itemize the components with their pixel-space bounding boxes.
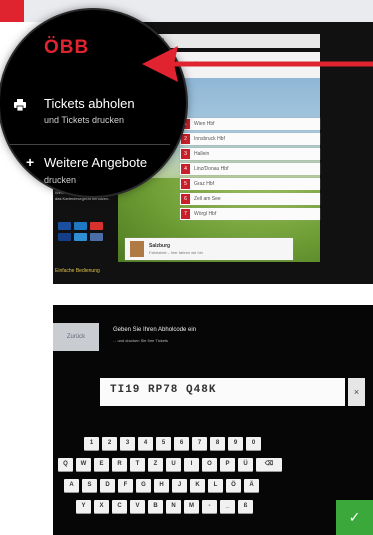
keyboard-key[interactable]: K <box>190 479 205 492</box>
featured-destination-title: Salzburg <box>149 243 171 249</box>
keyboard-key[interactable]: V <box>130 500 145 513</box>
keyboard-key[interactable]: 1 <box>84 437 99 450</box>
station-number: 7 <box>181 209 190 219</box>
payment-methods <box>58 222 103 241</box>
keyboard-key[interactable]: 0 <box>246 437 261 450</box>
station-label: Innsbruck Hbf <box>194 136 225 142</box>
plus-icon: + <box>26 154 35 170</box>
keyboard-key[interactable]: 7 <box>192 437 207 450</box>
printer-icon <box>14 99 26 111</box>
station-list: 1 Wien Hbf 2 Innsbruck Hbf 3 Hallein 4 Linz/… <box>180 118 320 220</box>
featured-destination[interactable] <box>125 238 293 260</box>
keyboard-key[interactable]: U <box>166 458 181 471</box>
keyboard-key[interactable]: Ö <box>226 479 241 492</box>
keyboard-key[interactable]: F <box>118 479 133 492</box>
keyboard-key[interactable]: D <box>100 479 115 492</box>
instruction-subtitle: ... und drucken Sie Ihre Tickets <box>113 338 168 343</box>
keyboard-key[interactable]: E <box>94 458 109 471</box>
keyboard-key[interactable]: H <box>154 479 169 492</box>
keyboard-key[interactable]: 6 <box>174 437 189 450</box>
backspace-key[interactable]: ⌫ <box>256 458 282 471</box>
station-number: 4 <box>181 164 190 174</box>
payment-row <box>58 233 103 241</box>
featured-destination-subtitle: Fahrtziele – hier fahren wir hin <box>149 250 203 255</box>
keyboard-key[interactable]: 2 <box>102 437 117 450</box>
back-button[interactable]: Zurück <box>53 323 99 351</box>
keyboard-key[interactable]: 3 <box>120 437 135 450</box>
pickup-code-value: TI19 RP78 Q48K <box>110 384 217 396</box>
keyboard-key[interactable]: _ <box>220 500 235 513</box>
station-item[interactable]: 7 Wörgl Hbf <box>180 208 320 220</box>
station-label: Wörgl Hbf <box>194 211 217 217</box>
tickets-abholen-title[interactable]: Tickets abholen <box>44 96 135 111</box>
magnifier-lens: ÖBB Tickets abholen und Tickets drucken … <box>0 10 186 196</box>
keyboard-key[interactable]: M <box>184 500 199 513</box>
keyboard-key[interactable]: L <box>208 479 223 492</box>
clear-button[interactable]: × <box>348 378 365 406</box>
keyboard-key[interactable]: C <box>112 500 127 513</box>
station-number: 3 <box>181 149 190 159</box>
maestro-icon <box>74 222 87 230</box>
station-label: Graz Hbf <box>194 181 215 187</box>
keyboard-key[interactable]: T <box>130 458 145 471</box>
weitere-angebote-subtitle: drucken <box>44 175 77 185</box>
keyboard-key[interactable]: 8 <box>210 437 225 450</box>
keyboard-key[interactable]: Y <box>76 500 91 513</box>
keyboard-key[interactable]: 5 <box>156 437 171 450</box>
weitere-angebote-title[interactable]: Weitere Angebote <box>44 155 147 170</box>
keyboard-key[interactable]: W <box>76 458 91 471</box>
keyboard-key[interactable]: I <box>184 458 199 471</box>
keyboard-row-asdf: ASDFGHJKLÖÄ <box>64 479 259 492</box>
payment-row <box>58 222 103 230</box>
keyboard-key[interactable]: 4 <box>138 437 153 450</box>
obb-logo: ÖBB <box>44 37 90 58</box>
tickets-abholen-subtitle: und Tickets drucken <box>44 115 125 125</box>
station-item[interactable]: 6 Zell am See <box>180 193 320 205</box>
station-item[interactable]: 4 Linz/Donau Hbf <box>180 163 320 175</box>
mastercard-icon <box>90 222 103 230</box>
keyboard-key[interactable]: ß <box>238 500 253 513</box>
pointer-arrow-icon <box>142 46 373 82</box>
amex-icon <box>74 233 87 241</box>
keyboard-key[interactable]: N <box>166 500 181 513</box>
keyboard-row-numbers: 1234567890 <box>84 437 261 450</box>
station-item[interactable]: 3 Hallein <box>180 148 320 160</box>
red-tab <box>0 0 24 22</box>
keyboard-key[interactable]: P <box>220 458 235 471</box>
keyboard-key[interactable]: Ä <box>244 479 259 492</box>
instruction-title: Geben Sie Ihren Abholcode ein <box>113 327 197 333</box>
keyboard-key[interactable]: B <box>148 500 163 513</box>
keyboard-key[interactable]: Q <box>58 458 73 471</box>
diners-icon <box>90 233 103 241</box>
keyboard-key[interactable]: O <box>202 458 217 471</box>
keyboard-key[interactable]: Z <box>148 458 163 471</box>
keyboard-key[interactable]: G <box>136 479 151 492</box>
keyboard-key[interactable]: - <box>202 500 217 513</box>
vpay-icon <box>58 233 71 241</box>
station-label: Zell am See <box>194 196 221 202</box>
keyboard-key[interactable]: R <box>112 458 127 471</box>
menu-divider <box>0 144 170 145</box>
keyboard-key[interactable]: Ü <box>238 458 253 471</box>
keyboard-key[interactable]: S <box>82 479 97 492</box>
station-label: Hallein <box>194 151 210 157</box>
station-number: 2 <box>181 134 190 144</box>
station-item[interactable]: 1 Wien Hbf <box>180 118 320 130</box>
station-number: 5 <box>181 179 190 189</box>
keyboard-key[interactable]: 9 <box>228 437 243 450</box>
station-label: Wien Hbf <box>194 121 215 127</box>
keyboard-key[interactable]: J <box>172 479 187 492</box>
station-number: 6 <box>181 194 190 204</box>
keyboard-key[interactable]: A <box>64 479 79 492</box>
keyboard-row-qwertz: Q W E R T Z U I O P Ü ⌫ <box>58 458 282 471</box>
keyboard-row-yxcv: Y X C V B N M - _ ß <box>76 500 253 513</box>
station-item[interactable]: 5 Graz Hbf <box>180 178 320 190</box>
keyboard-key[interactable]: X <box>94 500 109 513</box>
station-item[interactable]: 2 Innsbruck Hbf <box>180 133 320 145</box>
station-label: Linz/Donau Hbf <box>194 166 229 172</box>
visa-icon <box>58 222 71 230</box>
easy-mode-link[interactable]: Einfache Bedienung <box>55 268 100 274</box>
destination-thumbnail <box>130 241 144 257</box>
confirm-button[interactable]: ✓ <box>336 500 373 535</box>
